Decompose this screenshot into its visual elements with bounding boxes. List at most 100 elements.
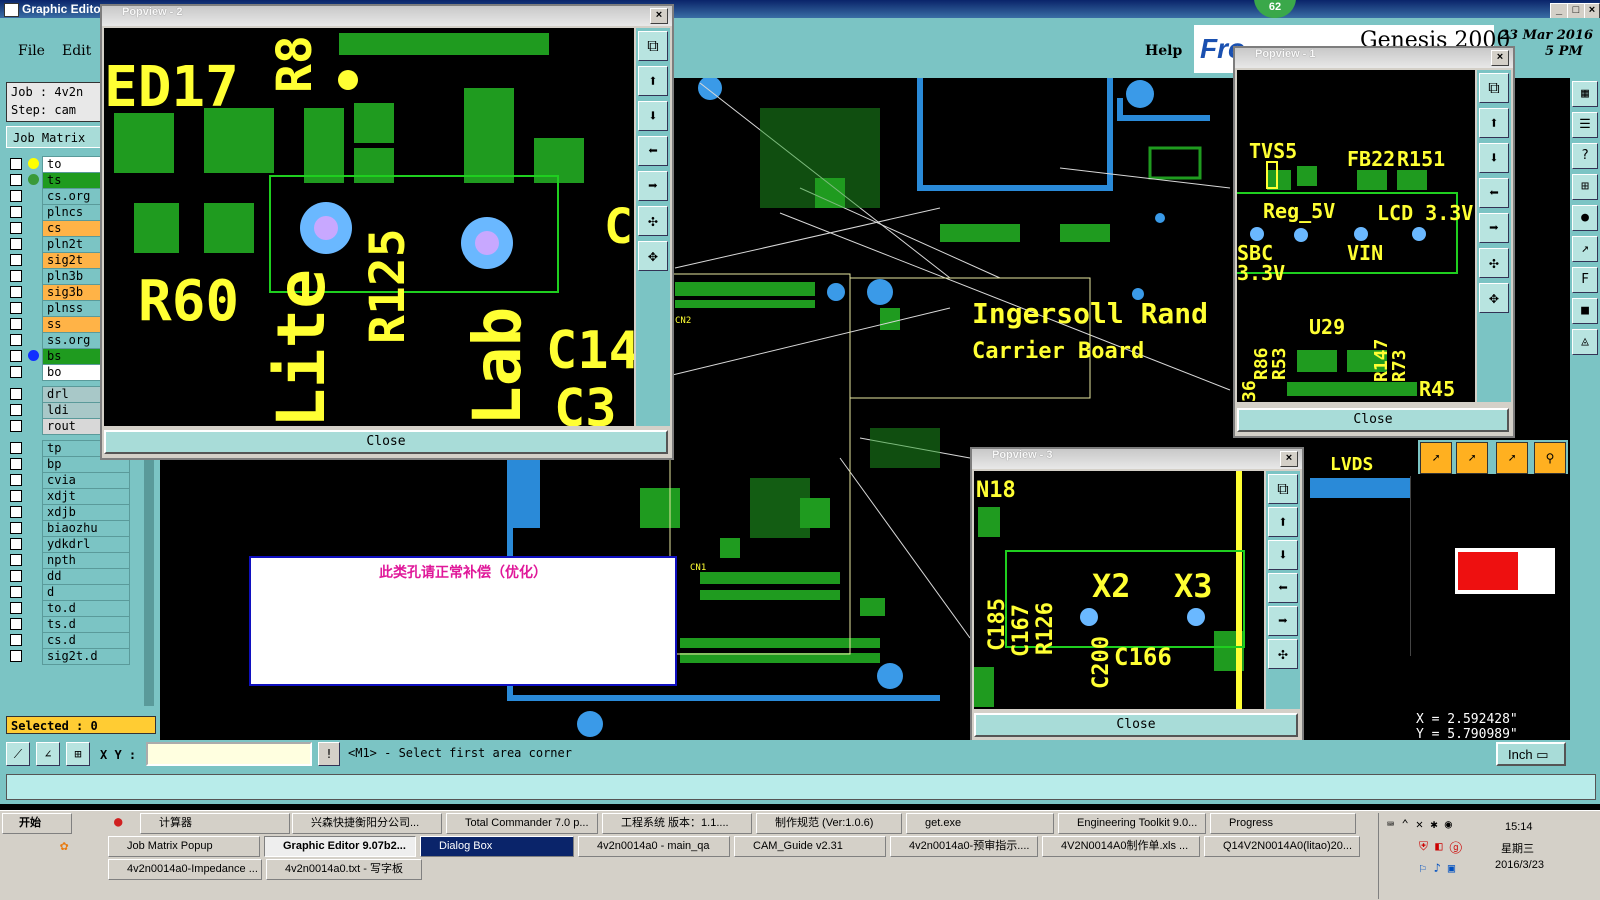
pv3-fit-icon[interactable]: ✣ bbox=[1268, 639, 1298, 669]
taskbar-item[interactable]: 4v2n0014a0.txt - 写字板 bbox=[266, 859, 422, 880]
layer-checkbox[interactable] bbox=[10, 190, 22, 202]
layer-checkbox[interactable] bbox=[10, 474, 22, 486]
taskbar-item[interactable]: Progress bbox=[1210, 813, 1356, 834]
layer-checkbox[interactable] bbox=[10, 650, 22, 662]
tool-zoom-icon[interactable]: ▦ bbox=[1572, 81, 1598, 107]
tool-measure-icon[interactable]: ⊞ bbox=[1572, 174, 1598, 200]
pv1-fit-icon[interactable]: ✣ bbox=[1479, 248, 1509, 278]
layer-checkbox[interactable] bbox=[10, 404, 22, 416]
layer-name[interactable]: cs.d bbox=[42, 632, 130, 649]
layer-checkbox[interactable] bbox=[10, 174, 22, 186]
pv2-pan-right-icon[interactable]: ➡ bbox=[638, 171, 668, 201]
popview-3-canvas[interactable]: N18 X2 X3 C185 C167 R126 C200 C166 bbox=[974, 471, 1264, 709]
taskbar-item[interactable]: Job Matrix Popup bbox=[108, 836, 260, 857]
taskbar-item[interactable]: Graphic Editor 9.07b2... bbox=[264, 836, 416, 857]
layer-checkbox[interactable] bbox=[10, 350, 22, 362]
layer-checkbox[interactable] bbox=[10, 522, 22, 534]
pv1-pan-left-icon[interactable]: ⬅ bbox=[1479, 178, 1509, 208]
layer-checkbox[interactable] bbox=[10, 618, 22, 630]
layer-name[interactable]: xdjt bbox=[42, 488, 130, 505]
layer-name[interactable]: npth bbox=[42, 552, 130, 569]
layer-checkbox[interactable] bbox=[10, 158, 22, 170]
layer-row[interactable]: ts.d bbox=[8, 616, 142, 633]
pv3-pan-right-icon[interactable]: ➡ bbox=[1268, 606, 1298, 636]
pv3-pan-up-icon[interactable]: ⬆ bbox=[1268, 507, 1298, 537]
layer-row[interactable]: xdjt bbox=[8, 488, 142, 505]
layer-checkbox[interactable] bbox=[10, 318, 22, 330]
menu-help[interactable]: Help bbox=[1145, 43, 1182, 59]
layer-checkbox[interactable] bbox=[10, 420, 22, 432]
taskbar-item[interactable]: 计算器 bbox=[140, 813, 290, 834]
tool-arrow-icon[interactable]: ↗ bbox=[1572, 236, 1598, 262]
quicklaunch-icon[interactable]: ✿ bbox=[60, 838, 82, 856]
layer-name[interactable]: dd bbox=[42, 568, 130, 585]
layer-checkbox[interactable] bbox=[10, 222, 22, 234]
layer-name[interactable]: d bbox=[42, 584, 130, 601]
taskbar-item[interactable]: 制作规范 (Ver:1.0.6) bbox=[756, 813, 902, 834]
tool-analyze-icon[interactable]: ◬ bbox=[1572, 329, 1598, 355]
layer-checkbox[interactable] bbox=[10, 238, 22, 250]
layer-name[interactable]: to.d bbox=[42, 600, 130, 617]
pv1-zoom-in-icon[interactable]: ⧉ bbox=[1479, 73, 1509, 103]
taskbar-item[interactable]: 4v2n0014a0 - main_qa bbox=[578, 836, 730, 857]
tray-icons[interactable]: ⌨ ⌃ ✕ ✱ ◉ bbox=[1387, 817, 1452, 831]
layer-name[interactable]: xdjb bbox=[42, 504, 130, 521]
layer-checkbox[interactable] bbox=[10, 570, 22, 582]
pv1-center-icon[interactable]: ✥ bbox=[1479, 283, 1509, 313]
maximize-button[interactable]: □ bbox=[1567, 3, 1585, 19]
layer-checkbox[interactable] bbox=[10, 270, 22, 282]
layer-checkbox[interactable] bbox=[10, 366, 22, 378]
pv2-center-icon[interactable]: ✥ bbox=[638, 241, 668, 271]
taskbar-item[interactable]: 兴森快捷衡阳分公司... bbox=[292, 813, 442, 834]
layer-row[interactable]: biaozhu bbox=[8, 520, 142, 537]
layer-checkbox[interactable] bbox=[10, 490, 22, 502]
pv2-pan-up-icon[interactable]: ⬆ bbox=[638, 66, 668, 96]
taskbar-item[interactable]: Engineering Toolkit 9.0... bbox=[1058, 813, 1206, 834]
tool-ff-icon[interactable]: F bbox=[1572, 267, 1598, 293]
layer-checkbox[interactable] bbox=[10, 442, 22, 454]
layer-row[interactable]: ydkdrl bbox=[8, 536, 142, 553]
layer-row[interactable]: to.d bbox=[8, 600, 142, 617]
popview-1-canvas[interactable]: TVS5 FB22 R151 Reg_5V LCD 3.3V SBC 3.3V … bbox=[1237, 70, 1475, 402]
layer-checkbox[interactable] bbox=[10, 206, 22, 218]
tool-help-icon[interactable]: ? bbox=[1572, 143, 1598, 169]
popview-2-close-button[interactable]: Close bbox=[104, 430, 668, 454]
unit-selector[interactable]: Inch ▭ bbox=[1496, 742, 1566, 766]
layer-checkbox[interactable] bbox=[10, 554, 22, 566]
layer-checkbox[interactable] bbox=[10, 634, 22, 646]
pointer-select-icon[interactable]: ➚ bbox=[1420, 442, 1452, 474]
job-matrix-button[interactable]: Job Matrix bbox=[6, 126, 102, 148]
layer-row[interactable]: cvia bbox=[8, 472, 142, 489]
menu-edit[interactable]: Edit bbox=[62, 43, 91, 59]
pv3-pan-left-icon[interactable]: ⬅ bbox=[1268, 573, 1298, 603]
status-tool-angle-icon[interactable]: ∠ bbox=[36, 742, 60, 766]
close-window-button[interactable]: × bbox=[1584, 3, 1600, 19]
popview-1-close-icon[interactable]: × bbox=[1491, 50, 1509, 66]
taskbar-item[interactable]: Total Commander 7.0 p... bbox=[446, 813, 598, 834]
layer-row[interactable]: cs.d bbox=[8, 632, 142, 649]
taskbar-item[interactable]: 4V2N0014A0制作单.xls ... bbox=[1042, 836, 1200, 857]
layer-name[interactable]: cvia bbox=[42, 472, 130, 489]
taskbar-item[interactable]: get.exe bbox=[906, 813, 1054, 834]
pv2-zoom-in-icon[interactable]: ⧉ bbox=[638, 31, 668, 61]
layer-checkbox[interactable] bbox=[10, 602, 22, 614]
pv3-zoom-in-icon[interactable]: ⧉ bbox=[1268, 474, 1298, 504]
layer-checkbox[interactable] bbox=[10, 388, 22, 400]
quicklaunch-browser-icon[interactable]: ● bbox=[114, 814, 134, 832]
layer-name[interactable]: sig2t.d bbox=[42, 648, 130, 665]
popview-1-close-button[interactable]: Close bbox=[1237, 408, 1509, 432]
status-tool-line-icon[interactable]: ⟋ bbox=[6, 742, 30, 766]
layer-row[interactable]: xdjb bbox=[8, 504, 142, 521]
layer-checkbox[interactable] bbox=[10, 286, 22, 298]
popview-2-canvas[interactable]: ED17 R8 R60 Lite R125 Lab C14 C3 C bbox=[104, 28, 634, 426]
popview-3-close-button[interactable]: Close bbox=[974, 713, 1298, 737]
layer-row[interactable]: dd bbox=[8, 568, 142, 585]
layer-checkbox[interactable] bbox=[10, 254, 22, 266]
layer-name[interactable]: ts.d bbox=[42, 616, 130, 633]
tool-dot-icon[interactable]: ● bbox=[1572, 205, 1598, 231]
layer-row[interactable]: sig2t.d bbox=[8, 648, 142, 665]
popview-2-close-icon[interactable]: × bbox=[650, 8, 668, 24]
pv2-fit-icon[interactable]: ✣ bbox=[638, 206, 668, 236]
layer-name[interactable]: ydkdrl bbox=[42, 536, 130, 553]
layer-checkbox[interactable] bbox=[10, 302, 22, 314]
